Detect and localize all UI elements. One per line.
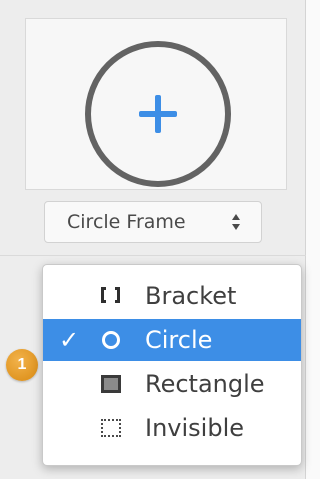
circle-outline-icon: [101, 331, 123, 349]
frame-style-dropdown-menu: Bracket ✓ Circle Rectangle Invisible: [42, 264, 302, 466]
menu-item-rectangle[interactable]: Rectangle: [43, 363, 301, 405]
bracket-icon: [101, 287, 123, 305]
panel-divider: [0, 255, 306, 256]
menu-item-label: Bracket: [145, 282, 237, 310]
frame-style-select[interactable]: Circle Frame: [44, 201, 262, 243]
menu-item-bracket[interactable]: Bracket: [43, 275, 301, 317]
plus-icon-vertical: [155, 95, 161, 133]
menu-item-circle[interactable]: ✓ Circle: [43, 319, 301, 361]
menu-item-invisible[interactable]: Invisible: [43, 407, 301, 449]
step-badge: 1: [6, 349, 38, 381]
dotted-square-icon: [101, 419, 123, 437]
right-edge-strip: [306, 0, 320, 479]
frame-style-select-value: Circle Frame: [67, 211, 186, 233]
menu-item-label: Invisible: [145, 414, 244, 442]
filled-square-icon: [101, 375, 123, 393]
updown-arrows-icon: [232, 214, 240, 230]
add-image-button[interactable]: [85, 41, 231, 187]
menu-item-label: Rectangle: [145, 370, 265, 398]
checkmark-icon: ✓: [59, 326, 80, 354]
menu-item-label: Circle: [145, 326, 213, 354]
frame-preview-card: [25, 18, 287, 190]
